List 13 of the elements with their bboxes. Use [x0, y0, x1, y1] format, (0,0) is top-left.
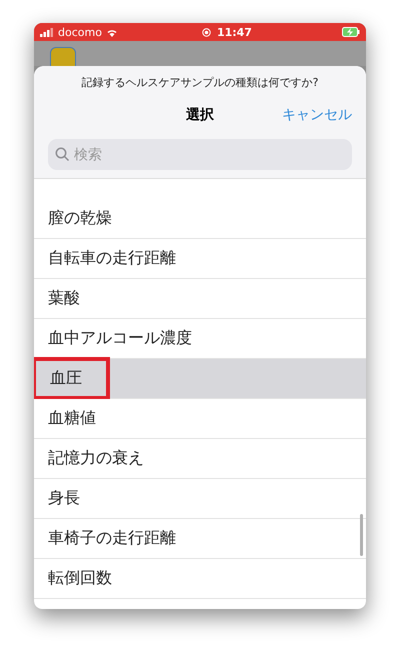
clock-time: 11:47: [216, 26, 252, 38]
record-icon: [202, 28, 211, 36]
sheet-title: 選択: [186, 106, 214, 124]
list-item[interactable]: 血圧: [34, 359, 366, 399]
sheet-prompt: 記録するヘルスケアサンプルの種類は何ですか?: [80, 75, 320, 91]
carrier-name: docomo: [58, 26, 102, 38]
wifi-icon: [106, 28, 118, 36]
list-item[interactable]: 血糖値: [34, 399, 366, 439]
battery-charging-icon: [342, 27, 360, 37]
search-icon: [55, 147, 70, 162]
scroll-indicator: [360, 514, 363, 556]
search-field[interactable]: 検索: [48, 139, 352, 170]
signal-icon: [40, 28, 54, 36]
